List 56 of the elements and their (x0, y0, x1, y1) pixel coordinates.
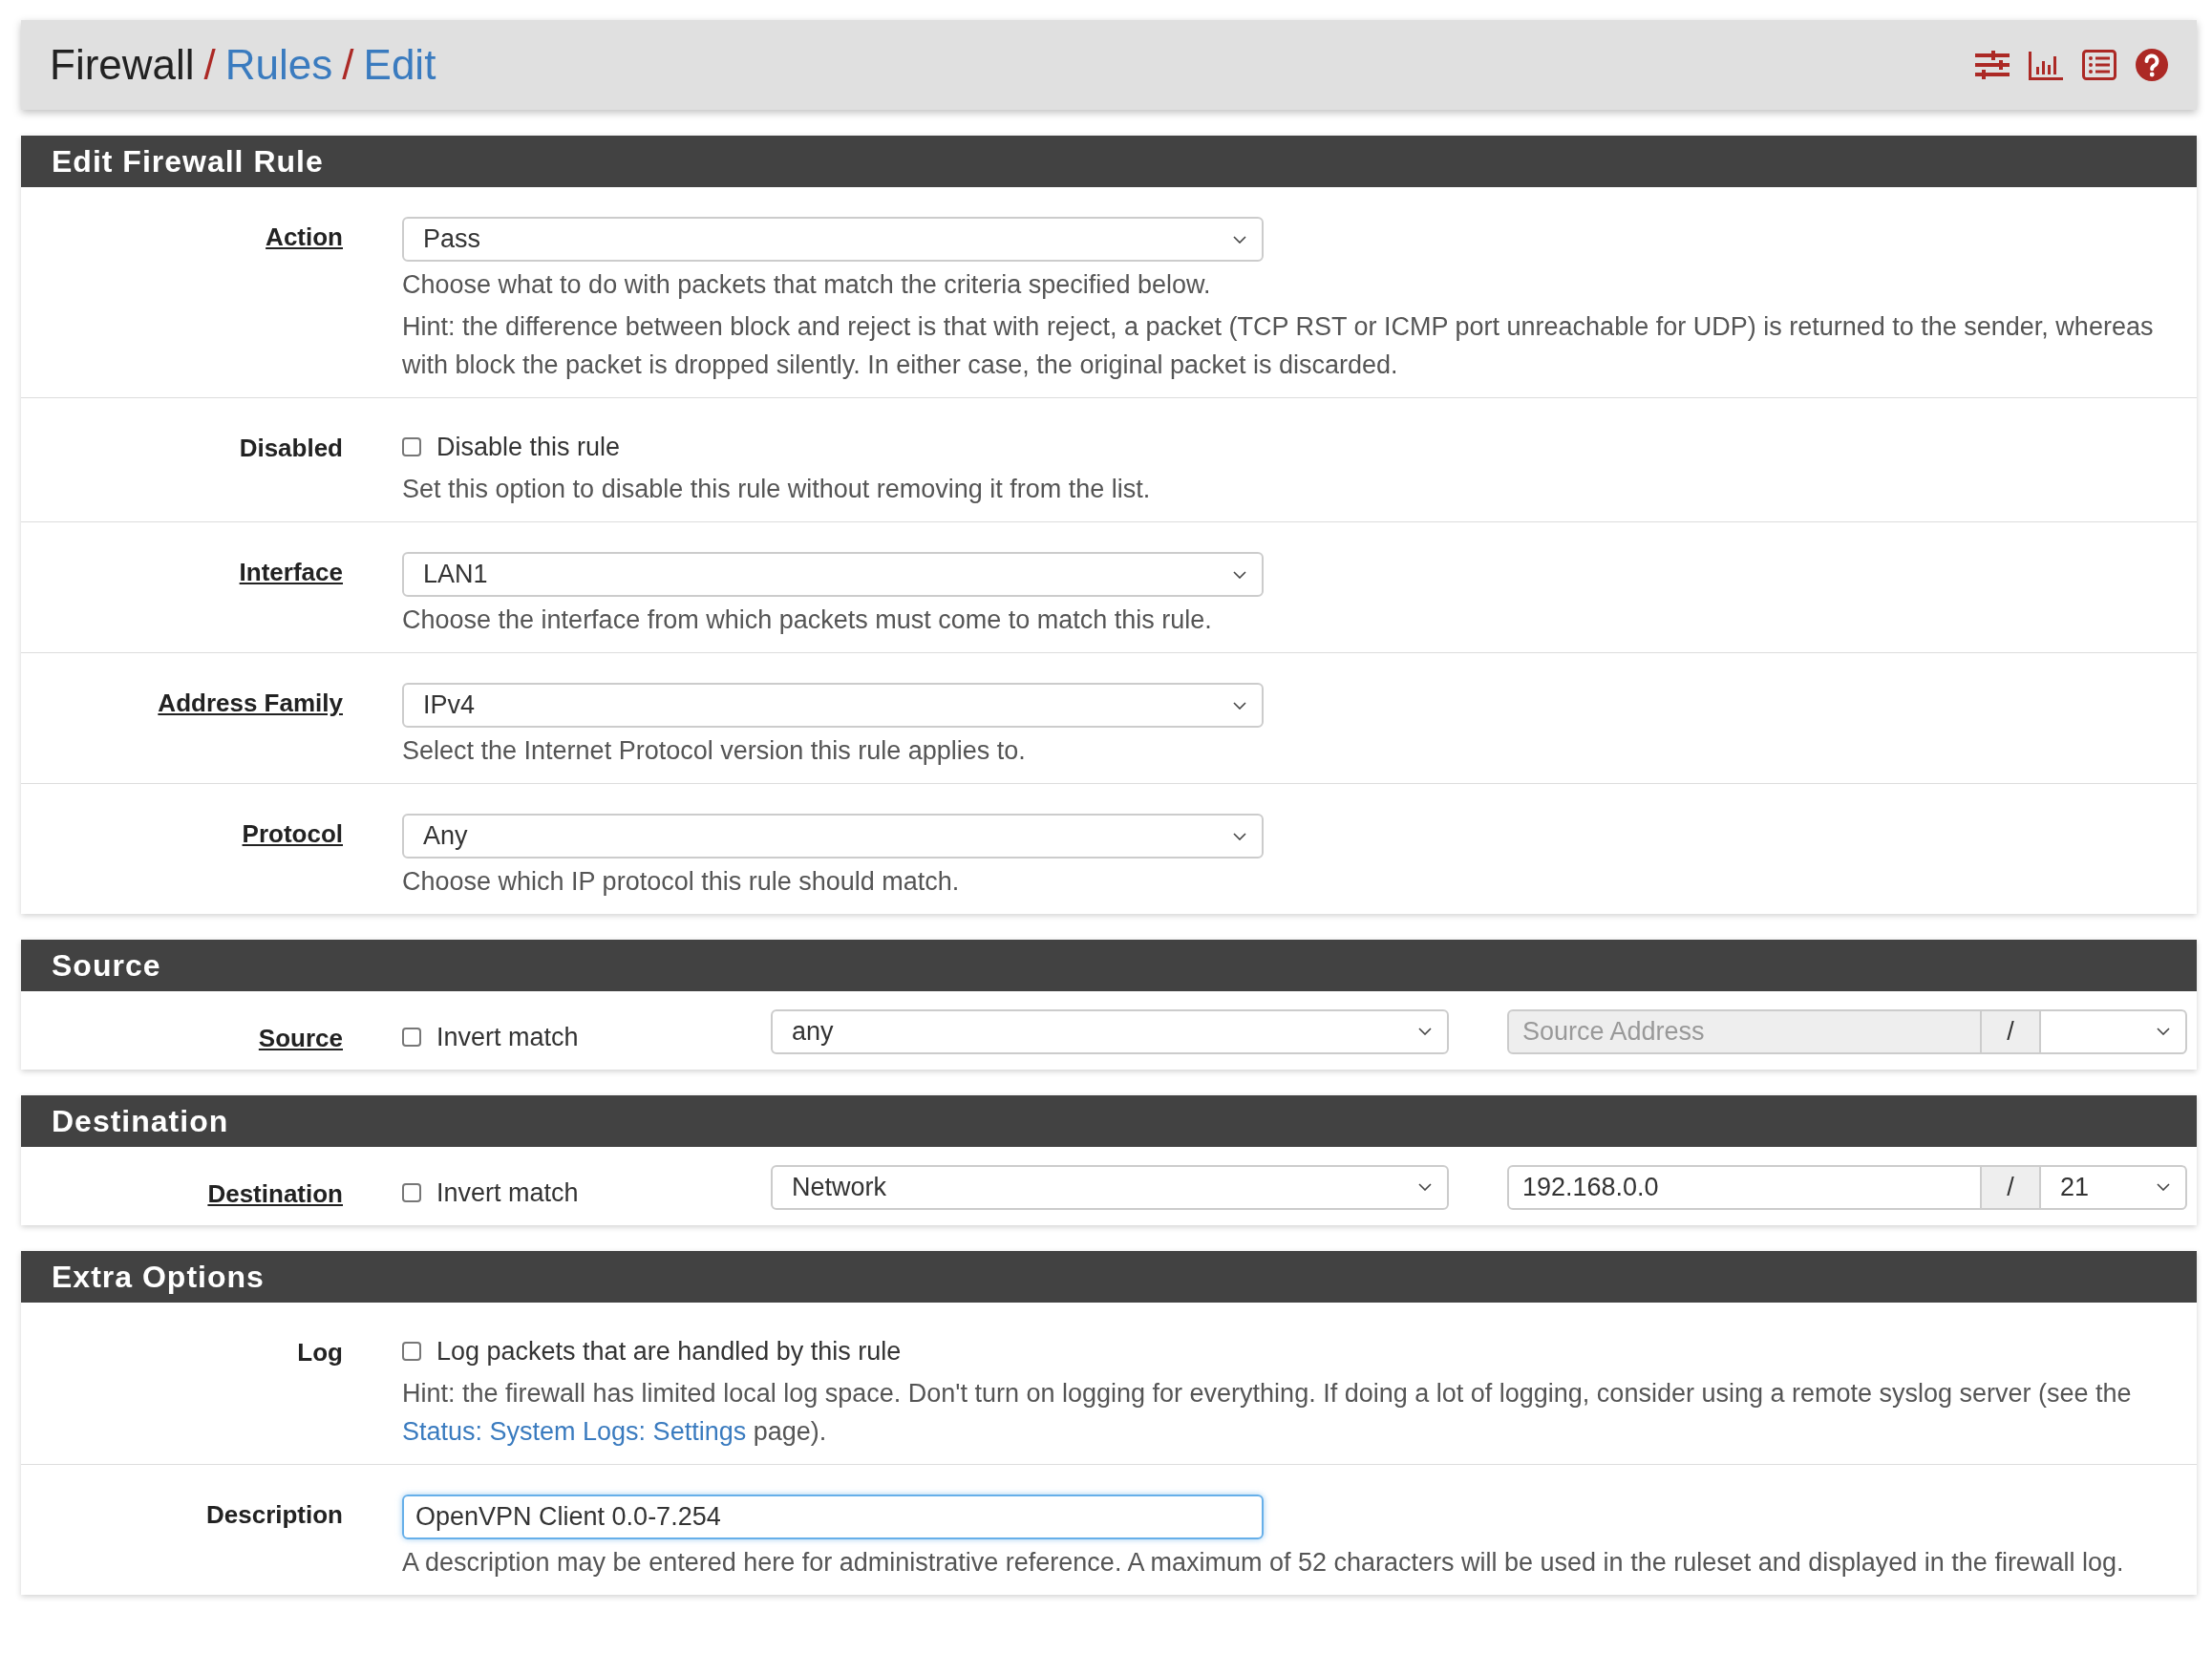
dropdown[interactable]: Pass (402, 217, 1264, 262)
help-text: Select the Internet Protocol version this rule applies to. (402, 735, 1027, 767)
help-text: Choose what to do with packets that match the criteria specified below. (402, 269, 1212, 301)
checkbox[interactable] (402, 1183, 421, 1202)
breadcrumb-separator: / (203, 41, 216, 89)
dropdown[interactable]: any (771, 1008, 1449, 1054)
chevron-down-icon (1233, 570, 1246, 579)
chevron-down-icon (2157, 1183, 2170, 1191)
help-text: Hint: the difference between block and reject is that with reject, a packet (TCP RST or ICMP port unreachable for UDP) is returned to the sender, whereas with block the packet is dropped silently. In either case, the original packet is discarded. (402, 311, 2155, 381)
field-label-link[interactable]: Interface (239, 558, 343, 586)
checkbox-label[interactable]: Log packets that are handled by this rule (436, 1336, 902, 1367)
panel-heading: Extra Options (21, 1251, 2197, 1303)
breadcrumb-text: Firewall (50, 41, 195, 89)
text-input[interactable]: OpenVPN Client 0.0-7.254 (402, 1495, 1264, 1539)
field-label-link[interactable]: Protocol (242, 819, 343, 848)
dropdown[interactable]: IPv4 (402, 683, 1264, 728)
help-text: Choose which IP protocol this rule should match. (402, 866, 961, 898)
help-text: Set this option to disable this rule without removing it from the list. (402, 474, 1152, 505)
bar-chart-icon[interactable] (2029, 50, 2063, 80)
dropdown[interactable]: LAN1 (402, 552, 1264, 597)
panel-heading: Source (21, 940, 2197, 991)
checkbox[interactable] (402, 1028, 421, 1047)
help-icon[interactable] (2136, 49, 2168, 81)
checkbox-label[interactable]: Disable this rule (436, 432, 621, 462)
checkbox[interactable] (402, 437, 421, 456)
list-icon[interactable] (2082, 50, 2116, 80)
field-label-link[interactable]: Source (258, 1024, 343, 1052)
address-input[interactable]: 192.168.0.0 (1507, 1164, 1982, 1210)
mask-dropdown[interactable]: 21 (2039, 1164, 2187, 1210)
field-label-link[interactable]: Destination (207, 1179, 343, 1208)
chevron-down-icon (1233, 235, 1246, 244)
chevron-down-icon (1418, 1028, 1432, 1035)
settings-link[interactable]: Status: System Logs: Settings (402, 1417, 747, 1446)
checkbox[interactable] (402, 1342, 421, 1361)
field-label-link[interactable]: Action (266, 223, 343, 251)
slash-addon: / (1982, 1008, 2039, 1054)
dropdown[interactable]: Network (771, 1164, 1449, 1210)
help-text: Choose the interface from which packets must come to match this rule. (402, 604, 1213, 636)
sliders-icon[interactable] (1975, 50, 2010, 80)
checkbox-label[interactable]: Invert match (436, 1177, 579, 1208)
field-label: Disabled (239, 434, 343, 462)
chevron-down-icon (1233, 701, 1246, 710)
breadcrumb-separator: / (342, 41, 354, 89)
help-text: Hint: the firewall has limited local log space. Don't turn on logging for everything. If doing a lot of logging, consider using a remote syslog server (see the Status: System Logs: Settings page). (402, 1378, 2133, 1448)
help-text: A description may be entered here for administrative reference. A maximum of 52 characters will be used in the ruleset and displayed in the firewall log. (402, 1547, 2125, 1579)
chevron-down-icon (1233, 832, 1246, 840)
panel-heading: Destination (21, 1095, 2197, 1147)
field-label: Description (205, 1500, 343, 1529)
chevron-down-icon (2157, 1028, 2170, 1035)
checkbox-label[interactable]: Invert match (436, 1022, 579, 1052)
field-label: Log (297, 1338, 343, 1367)
dropdown[interactable]: Any (402, 814, 1264, 859)
slash-addon: / (1982, 1164, 2039, 1210)
panel-heading: Edit Firewall Rule (21, 136, 2197, 187)
field-label-link[interactable]: Address Family (158, 689, 343, 717)
chevron-down-icon (1418, 1183, 1432, 1191)
